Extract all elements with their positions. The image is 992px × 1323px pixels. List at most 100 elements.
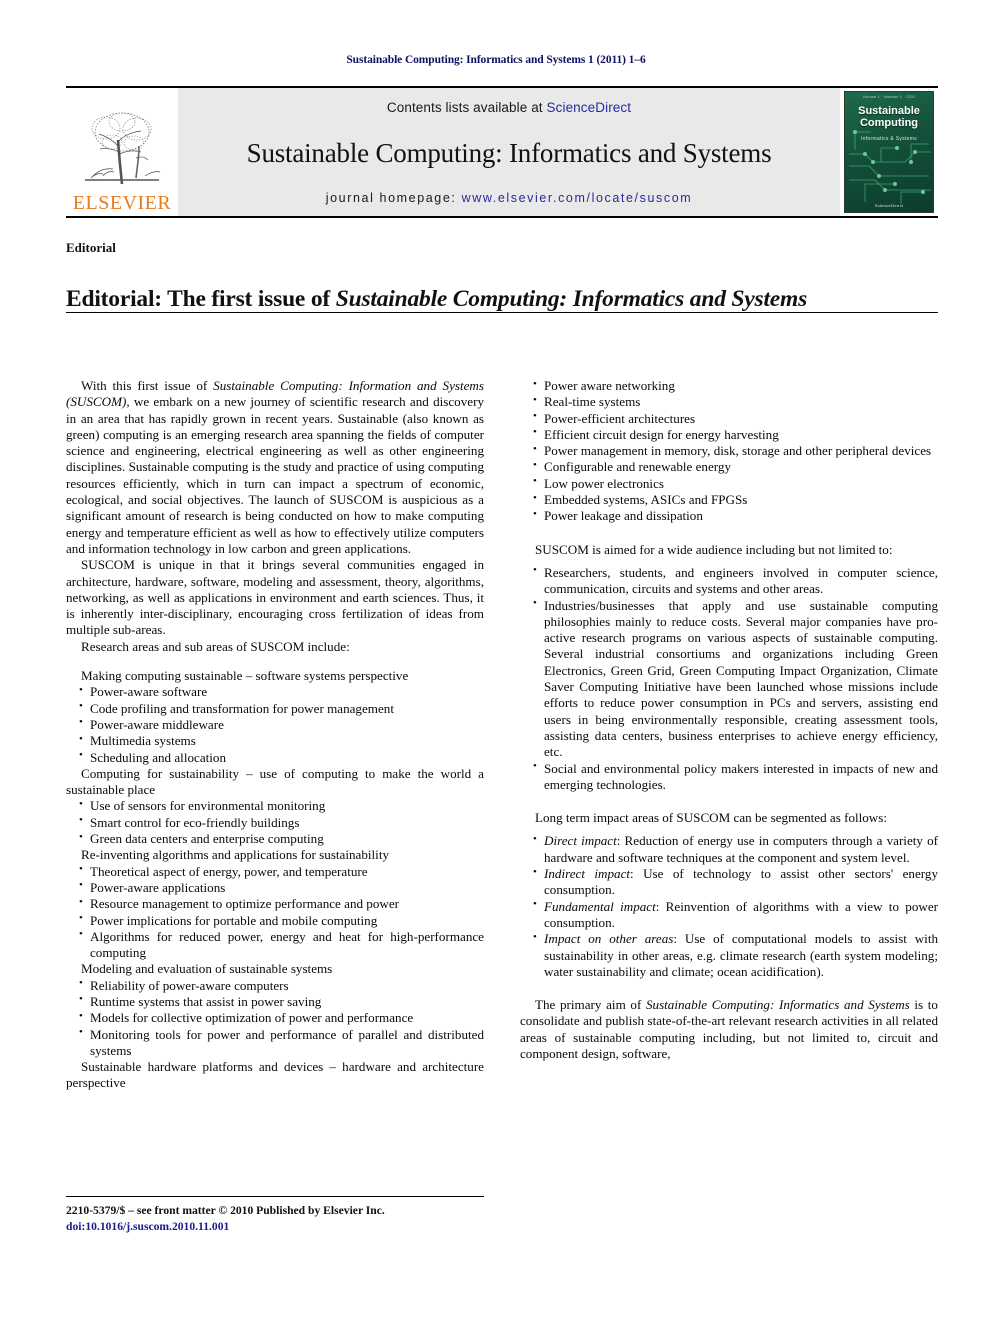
journal-title: Sustainable Computing: Informatics and S… bbox=[246, 137, 772, 168]
left-paragraph-2-seg-0: Research areas and sub areas of SUSCOM i… bbox=[81, 638, 350, 654]
impact-intro: Long term impact areas of SUSCOM can be … bbox=[520, 810, 938, 826]
left-paragraph-1: SUSCOM is unique in that it brings sever… bbox=[66, 557, 484, 638]
list-item: Industries/businesses that apply and use… bbox=[533, 597, 938, 761]
list-item-seg-0: Direct impact bbox=[544, 833, 617, 849]
left-paragraph-0-seg-0: With this first issue of bbox=[81, 378, 214, 393]
cover-title-line1: Sustainable bbox=[858, 105, 920, 117]
journal-cover: Volume 1 · Number 1 · 2011 Sustainable C… bbox=[840, 88, 938, 216]
title-divider bbox=[66, 312, 938, 313]
cover-title: Sustainable Computing bbox=[845, 105, 933, 129]
left-column: With this first issue of Sustainable Com… bbox=[66, 378, 484, 1092]
homepage-prefix: journal homepage: bbox=[325, 191, 462, 205]
list-item: Power-aware middleware bbox=[79, 716, 484, 733]
list-item: Fundamental impact: Reinvention of algor… bbox=[533, 898, 938, 932]
elsevier-tree-icon bbox=[79, 106, 165, 192]
group-heading-0: Making computing sustainable – software … bbox=[81, 668, 409, 684]
article-title-prefix: Editorial: The first issue of bbox=[66, 285, 336, 312]
list-item: Impact on other areas: Use of computatio… bbox=[533, 931, 938, 980]
section-label: Editorial bbox=[66, 240, 116, 255]
contents-available-line: Contents lists available at ScienceDirec… bbox=[387, 100, 631, 115]
closing-paragraph-seg-0: The primary aim of bbox=[535, 997, 646, 1013]
front-matter-line: 2210-5379/$ – see front matter © 2010 Pu… bbox=[66, 1204, 385, 1217]
list-item: Power implications for portable and mobi… bbox=[79, 912, 484, 929]
impact-list: Direct impact: Reduction of energy use i… bbox=[520, 833, 938, 980]
body-columns: With this first issue of Sustainable Com… bbox=[66, 377, 938, 1092]
list-item-seg-0: Fundamental impact bbox=[544, 898, 656, 914]
hardware-list: Power aware networkingReal-time systemsP… bbox=[520, 377, 938, 525]
footer: 2210-5379/$ – see front matter © 2010 Pu… bbox=[66, 1203, 496, 1235]
list-item: Direct impact: Reduction of energy use i… bbox=[533, 833, 938, 866]
list-item-seg-0: Researchers, students, and engineers inv… bbox=[544, 564, 938, 597]
left-paragraph-0: With this first issue of Sustainable Com… bbox=[66, 378, 484, 557]
group-heading-2: Re-inventing algorithms and applications… bbox=[81, 847, 390, 863]
doi-link[interactable]: doi:10.1016/j.suscom.2010.11.001 bbox=[66, 1219, 496, 1235]
group-heading-4: Sustainable hardware platforms and devic… bbox=[66, 1059, 484, 1091]
journal-masthead: ELSEVIER Contents lists available at Sci… bbox=[66, 86, 938, 218]
elsevier-logo: ELSEVIER bbox=[66, 88, 178, 216]
list-item: Power-efficient architectures bbox=[533, 410, 938, 427]
left-paragraph-0-seg-2: , we embark on a new journey of scientif… bbox=[66, 394, 484, 556]
page-title: Editorial: The first issue of Sustainabl… bbox=[66, 286, 938, 313]
list-item: Power management in memory, disk, storag… bbox=[533, 443, 938, 459]
list-item: Algorithms for reduced power, energy and… bbox=[79, 928, 484, 962]
cover-publisher-line: ScienceDirect bbox=[874, 203, 904, 208]
list-item: Multimedia systems bbox=[79, 733, 484, 749]
elsevier-wordmark: ELSEVIER bbox=[72, 192, 172, 214]
running-head: Sustainable Computing: Informatics and S… bbox=[346, 54, 646, 66]
group-list-0: Power-aware softwareCode profiling and t… bbox=[66, 684, 484, 765]
list-item: Reliability of power-aware computers bbox=[79, 977, 484, 994]
list-item: Power-aware applications bbox=[79, 879, 484, 896]
list-item: Monitoring tools for power and performan… bbox=[79, 1026, 484, 1060]
footer-divider bbox=[66, 1196, 484, 1197]
list-item: Low power electronics bbox=[533, 475, 938, 492]
list-item: Power-aware software bbox=[79, 684, 484, 700]
article-title-journal: Sustainable Computing: Informatics and S… bbox=[335, 285, 808, 312]
cover-title-line2: Computing bbox=[859, 116, 919, 129]
list-item: Efficient circuit design for energy harv… bbox=[533, 426, 938, 443]
list-item: Runtime systems that assist in power sav… bbox=[79, 993, 484, 1010]
list-item: Embedded systems, ASICs and FPGSs bbox=[533, 492, 938, 508]
group-list-2: Theoretical aspect of energy, power, and… bbox=[66, 863, 484, 962]
list-item: Smart control for eco-friendly buildings bbox=[79, 814, 484, 831]
sciencedirect-link[interactable]: ScienceDirect bbox=[547, 100, 632, 115]
cover-subtitle: Informatics & Systems bbox=[860, 136, 918, 142]
list-item: Models for collective optimization of po… bbox=[79, 1010, 484, 1026]
list-item: Green data centers and enterprise comput… bbox=[79, 831, 484, 847]
contents-prefix: Contents lists available at bbox=[386, 100, 547, 115]
list-item-seg-0: Impact on other areas bbox=[544, 931, 674, 947]
group-heading-1: Computing for sustainability – use of co… bbox=[66, 765, 484, 798]
list-item: Theoretical aspect of energy, power, and… bbox=[79, 863, 484, 880]
list-item-seg-0: Social and environmental policy makers i… bbox=[544, 760, 938, 792]
masthead-center: Contents lists available at ScienceDirec… bbox=[178, 88, 840, 216]
list-item: Scheduling and allocation bbox=[79, 749, 484, 766]
list-item: Real-time systems bbox=[533, 394, 938, 410]
left-paragraph-2: Research areas and sub areas of SUSCOM i… bbox=[66, 639, 484, 655]
list-item: Power aware networking bbox=[533, 377, 938, 394]
journal-cover-thumbnail: Volume 1 · Number 1 · 2011 Sustainable C… bbox=[844, 91, 934, 213]
list-item-seg-0: Industries/businesses that apply and use… bbox=[544, 597, 938, 760]
journal-homepage-link[interactable]: www.elsevier.com/locate/suscom bbox=[462, 191, 693, 205]
cover-volume-line: Volume 1 · Number 1 · 2011 bbox=[862, 95, 916, 99]
left-paragraph-1-seg-0: SUSCOM is unique in that it brings sever… bbox=[66, 557, 484, 638]
closing-paragraph-seg-1: Sustainable Computing: Informatics and S… bbox=[645, 997, 910, 1013]
list-item: Social and environmental policy makers i… bbox=[533, 760, 938, 794]
journal-homepage-line: journal homepage: www.elsevier.com/locat… bbox=[326, 191, 693, 205]
list-item-seg-0: Indirect impact bbox=[544, 866, 631, 882]
list-item: Power leakage and dissipation bbox=[533, 508, 938, 524]
closing-paragraph: The primary aim of Sustainable Computing… bbox=[520, 997, 938, 1062]
group-list-1: Use of sensors for environmental monitor… bbox=[66, 798, 484, 847]
group-list-3: Reliability of power-aware computersRunt… bbox=[66, 977, 484, 1060]
audience-intro-seg-0: SUSCOM is aimed for a wide audience incl… bbox=[535, 541, 893, 557]
audience-list: Researchers, students, and engineers inv… bbox=[520, 564, 938, 794]
list-item: Researchers, students, and engineers inv… bbox=[533, 564, 938, 598]
list-item: Use of sensors for environmental monitor… bbox=[79, 798, 484, 814]
group-heading-3: Modeling and evaluation of sustainable s… bbox=[81, 961, 333, 977]
list-item: Resource management to optimize performa… bbox=[79, 896, 484, 912]
right-column: Power aware networkingReal-time systemsP… bbox=[520, 377, 938, 1092]
